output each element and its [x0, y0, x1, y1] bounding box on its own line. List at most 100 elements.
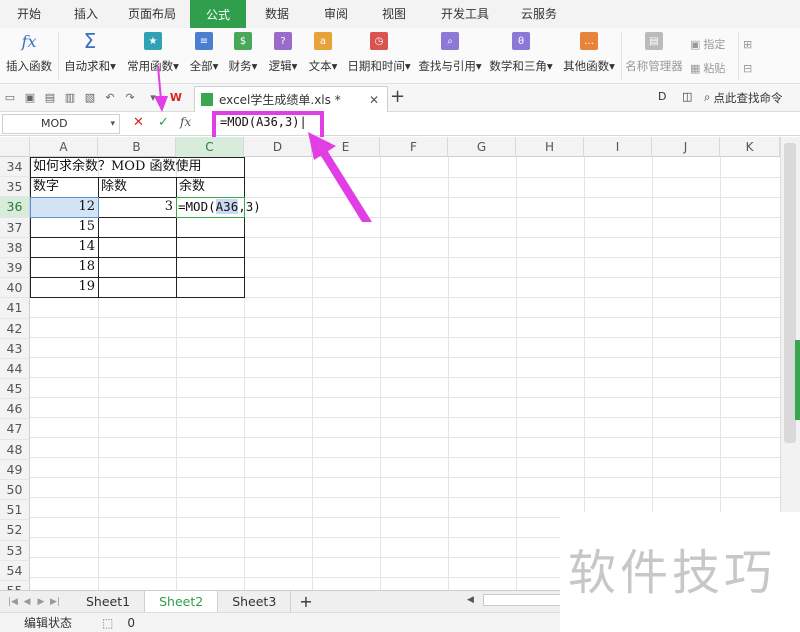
- comment-icon[interactable]: ◫: [682, 90, 692, 103]
- row-header[interactable]: 49: [0, 459, 30, 480]
- row-header[interactable]: 52: [0, 520, 30, 541]
- tab-page-layout[interactable]: 页面布局: [114, 0, 190, 28]
- save-icon[interactable]: ▣: [20, 88, 40, 108]
- next-sheet-icon[interactable]: ▶: [34, 597, 48, 607]
- cell-b36[interactable]: 3: [98, 197, 176, 217]
- assign-button[interactable]: ▣ 指定: [690, 32, 738, 56]
- redo-icon[interactable]: ↷: [120, 88, 140, 108]
- column-headers: A B C D E F G H I J K: [0, 137, 780, 157]
- first-sheet-icon[interactable]: |◀: [6, 597, 20, 607]
- tab-review[interactable]: 审阅: [308, 0, 364, 28]
- text-functions-button[interactable]: a 文本▾: [303, 28, 343, 84]
- col-header-f[interactable]: F: [380, 137, 448, 157]
- col-header-h[interactable]: H: [516, 137, 584, 157]
- tab-sheet1[interactable]: Sheet1: [72, 590, 146, 613]
- cell-a37[interactable]: 15: [30, 217, 98, 237]
- gridline: [30, 377, 780, 378]
- insert-function-button[interactable]: fx 插入函数: [0, 28, 58, 84]
- row-header[interactable]: 48: [0, 439, 30, 460]
- row-header[interactable]: 54: [0, 560, 30, 581]
- tab-sheet2[interactable]: Sheet2: [145, 590, 219, 613]
- col-header-k[interactable]: K: [720, 137, 780, 157]
- col-header-c[interactable]: C: [176, 137, 244, 157]
- row-header[interactable]: 50: [0, 480, 30, 501]
- search-command[interactable]: ⌕ 点此查找命令: [704, 90, 782, 106]
- print-icon[interactable]: ▥: [60, 88, 80, 108]
- prev-sheet-icon[interactable]: ◀: [20, 597, 34, 607]
- side-panel-handle[interactable]: [795, 340, 800, 420]
- cell-c36-formula[interactable]: =MOD(A36,3): [178, 197, 318, 217]
- customize-icon[interactable]: ▾: [140, 88, 166, 108]
- datetime-button[interactable]: ◷ 日期和时间▾: [343, 28, 415, 84]
- cell-a39[interactable]: 18: [30, 257, 98, 277]
- scroll-left-icon[interactable]: ◀: [467, 595, 474, 605]
- name-box[interactable]: MOD ▾: [2, 114, 120, 134]
- table-line: [98, 177, 99, 298]
- d-icon[interactable]: D: [658, 90, 666, 103]
- cancel-icon[interactable]: ✕: [133, 115, 144, 130]
- undo-icon[interactable]: ↶: [100, 88, 120, 108]
- cell-a36[interactable]: 12: [30, 197, 98, 217]
- col-header-j[interactable]: J: [652, 137, 720, 157]
- col-header-b[interactable]: B: [98, 137, 176, 157]
- tab-insert[interactable]: 插入: [58, 0, 114, 28]
- col-header-a[interactable]: A: [30, 137, 98, 157]
- row-header[interactable]: 35: [0, 177, 30, 198]
- row-header[interactable]: 37: [0, 217, 30, 238]
- tab-sheet3[interactable]: Sheet3: [218, 590, 292, 613]
- logic-button[interactable]: ? 逻辑▾: [263, 28, 303, 84]
- other-functions-button[interactable]: … 其他函数▾: [557, 28, 621, 84]
- lookup-button[interactable]: ⌕ 查找与引用▾: [415, 28, 485, 84]
- paste-button[interactable]: ▦ 粘贴: [690, 56, 738, 80]
- name-manager-button[interactable]: ▤ 名称管理器: [622, 28, 686, 84]
- col-header-d[interactable]: D: [244, 137, 312, 157]
- gridline: [30, 317, 780, 318]
- col-header-i[interactable]: I: [584, 137, 652, 157]
- tab-view[interactable]: 视图: [364, 0, 424, 28]
- tab-developer[interactable]: 开发工具: [424, 0, 506, 28]
- col-header-g[interactable]: G: [448, 137, 516, 157]
- common-functions-button[interactable]: ★ 常用函数▾: [121, 28, 185, 84]
- row-header[interactable]: 43: [0, 338, 30, 359]
- last-sheet-icon[interactable]: ▶|: [48, 597, 62, 607]
- fx-icon[interactable]: fx: [180, 115, 191, 129]
- horizontal-scrollbar[interactable]: [483, 594, 563, 606]
- check-icon[interactable]: ✓: [158, 115, 169, 130]
- row-header[interactable]: 53: [0, 540, 30, 561]
- row-header[interactable]: 41: [0, 298, 30, 319]
- math-button[interactable]: θ 数学和三角▾: [485, 28, 557, 84]
- cell-a38[interactable]: 14: [30, 237, 98, 257]
- tab-home[interactable]: 开始: [0, 0, 58, 28]
- tab-formula[interactable]: 公式: [190, 0, 246, 28]
- chevron-down-icon[interactable]: ▾: [110, 115, 115, 133]
- new-tab-button[interactable]: +: [390, 86, 405, 107]
- add-sheet-button[interactable]: +: [291, 592, 320, 611]
- finance-button[interactable]: $ 财务▾: [223, 28, 263, 84]
- row-header[interactable]: 42: [0, 318, 30, 339]
- row-header[interactable]: 46: [0, 399, 30, 420]
- trace-precedents-icon[interactable]: ⊞: [743, 32, 759, 56]
- col-header-e[interactable]: E: [312, 137, 380, 157]
- row-header[interactable]: 47: [0, 419, 30, 440]
- row-header[interactable]: 39: [0, 257, 30, 279]
- row-header[interactable]: 36: [0, 197, 30, 218]
- gridline: [516, 157, 517, 590]
- row-header[interactable]: 34: [0, 157, 30, 178]
- tab-data[interactable]: 数据: [246, 0, 308, 28]
- row-header[interactable]: 51: [0, 500, 30, 521]
- row-header[interactable]: 45: [0, 379, 30, 400]
- autosum-button[interactable]: Σ 自动求和▾: [59, 28, 121, 84]
- row-header[interactable]: 44: [0, 358, 30, 380]
- cell-a40[interactable]: 19: [30, 277, 98, 297]
- export-icon[interactable]: ▧: [80, 88, 100, 108]
- trace-dependents-icon[interactable]: ⊟: [743, 56, 759, 80]
- tab-cloud[interactable]: 云服务: [506, 0, 572, 28]
- print-preview-icon[interactable]: ▤: [40, 88, 60, 108]
- select-all-corner[interactable]: [0, 137, 30, 157]
- close-icon[interactable]: ✕: [369, 93, 379, 107]
- all-functions-button[interactable]: ≡ 全部▾: [185, 28, 223, 84]
- document-tab[interactable]: excel学生成绩单.xls * ✕: [194, 86, 388, 112]
- open-icon[interactable]: ▭: [0, 88, 20, 108]
- row-header[interactable]: 38: [0, 237, 30, 258]
- row-header[interactable]: 40: [0, 278, 30, 299]
